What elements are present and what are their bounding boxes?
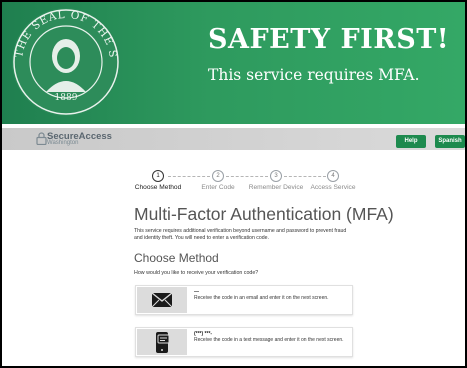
page-frame: THE SEAL OF THE STATE OF WASHINGTON 1889… bbox=[2, 2, 465, 366]
email-option-text: Receive the code in an email and enter i… bbox=[194, 295, 329, 301]
spanish-button[interactable]: Spanish bbox=[435, 135, 465, 148]
email-option-card[interactable]: — Receive the code in an email and enter… bbox=[135, 285, 353, 315]
step-number: 4 bbox=[327, 170, 339, 182]
page-title: Multi-Factor Authentication (MFA) bbox=[134, 204, 394, 224]
option-icon-box bbox=[137, 287, 187, 313]
envelope-icon bbox=[151, 292, 173, 308]
logo-subtext: Washington bbox=[47, 140, 79, 146]
step-label: Choose Method bbox=[134, 184, 182, 191]
state-seal-logo: THE SEAL OF THE STATE OF WASHINGTON 1889 bbox=[6, 2, 120, 116]
text-message-option-card[interactable]: (***) ***- Receive the code in a text me… bbox=[135, 327, 353, 357]
step-label: Enter Code bbox=[201, 184, 235, 191]
step-number: 1 bbox=[152, 170, 164, 182]
option-icon-box bbox=[137, 329, 187, 355]
phone-message-icon bbox=[156, 332, 170, 353]
step-enter-code: 2 Enter Code bbox=[188, 170, 248, 191]
progress-stepper: 1 Choose Method 2 Enter Code 3 Remember … bbox=[132, 170, 357, 200]
section-title: Choose Method bbox=[134, 251, 219, 265]
step-access-service: 4 Access Service bbox=[303, 170, 363, 191]
help-button[interactable]: Help bbox=[396, 135, 426, 148]
seal-graphic: THE SEAL OF THE STATE OF WASHINGTON 1889 bbox=[6, 2, 119, 115]
seal-year: 1889 bbox=[55, 93, 78, 103]
header-banner: THE SEAL OF THE STATE OF WASHINGTON 1889… bbox=[2, 2, 465, 124]
page-description: This service requires additional verific… bbox=[134, 228, 347, 241]
text-option-text: Receive the code in a text message and e… bbox=[194, 337, 344, 343]
step-label: Access Service bbox=[310, 184, 356, 191]
step-number: 2 bbox=[212, 170, 224, 182]
step-choose-method: 1 Choose Method bbox=[128, 170, 188, 191]
banner-title: SAFETY FIRST! bbox=[208, 24, 450, 55]
method-question: How would you like to receive your verif… bbox=[134, 270, 259, 276]
banner-subtitle: This service requires MFA. bbox=[208, 66, 420, 84]
step-label: Remember Device bbox=[248, 184, 304, 191]
step-number: 3 bbox=[270, 170, 282, 182]
step-remember-device: 3 Remember Device bbox=[246, 170, 306, 191]
